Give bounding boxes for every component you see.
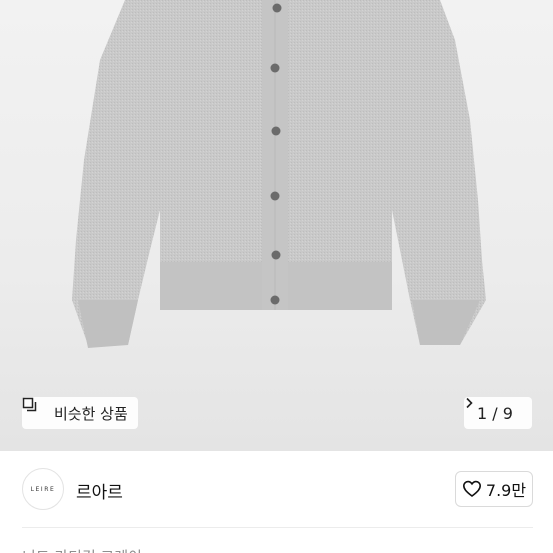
product-title-cutoff: 니트 가디건 그레이 [22, 544, 222, 553]
seller-row[interactable]: LEIRE 르아르 7.9만 [0, 451, 553, 527]
heart-outline-icon [462, 479, 482, 499]
like-count: 7.9만 [485, 481, 527, 500]
like-button[interactable]: 7.9만 [455, 471, 533, 507]
similar-items-label: 비슷한 상품 [54, 404, 128, 423]
product-photo-cardigan [72, 0, 486, 348]
similar-items-icon [22, 397, 48, 421]
image-counter: 1 / 9 [477, 403, 513, 423]
seller-avatar[interactable]: LEIRE [22, 468, 64, 510]
seller-name[interactable]: 르아르 [76, 478, 123, 503]
product-image-carousel[interactable]: 비슷한 상품 1 / 9 [0, 0, 553, 451]
image-pager[interactable]: 1 / 9 [464, 397, 532, 429]
similar-items-button[interactable]: 비슷한 상품 [22, 397, 138, 429]
divider [22, 527, 533, 528]
